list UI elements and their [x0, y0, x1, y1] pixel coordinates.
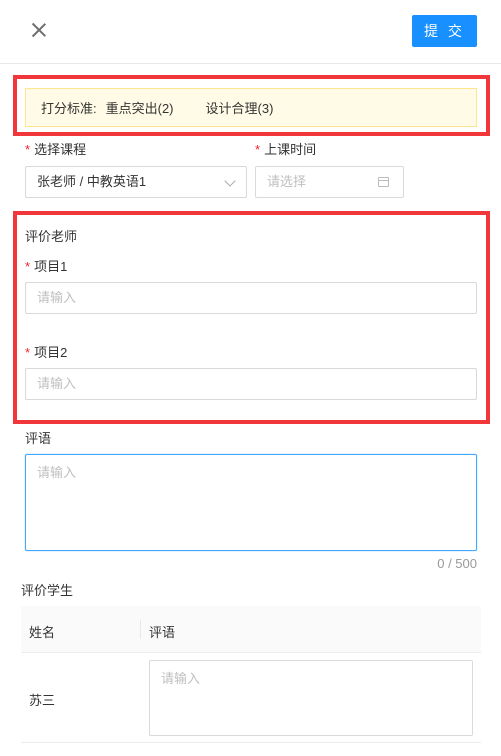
- item1-placeholder: 请输入: [37, 290, 77, 305]
- required-mark: *: [255, 142, 261, 157]
- comment-textarea[interactable]: 请输入: [25, 454, 477, 551]
- column-header-comment: 评语: [149, 625, 176, 640]
- course-label: * 选择课程: [25, 139, 86, 158]
- item1-label: * 项目1: [25, 256, 67, 275]
- date-picker[interactable]: 请选择: [255, 166, 404, 198]
- table-row: 苏三 请输入: [21, 653, 481, 743]
- submit-button[interactable]: 提 交: [412, 15, 477, 47]
- table-header: 姓名 评语: [21, 606, 481, 653]
- item2-label-text: 项目2: [34, 345, 68, 360]
- criteria-item: 设计合理(3): [205, 101, 274, 116]
- required-mark: *: [25, 142, 31, 157]
- criteria-item: 重点突出(2): [105, 101, 174, 116]
- student-comment-placeholder: 请输入: [161, 671, 201, 686]
- course-label-text: 选择课程: [34, 142, 87, 157]
- calendar-icon: [378, 177, 389, 187]
- scoring-criteria-banner: 打分标准: 重点突出(2) 设计合理(3): [25, 88, 477, 127]
- student-eval-title: 评价学生: [21, 583, 74, 598]
- item2-input[interactable]: 请输入: [25, 368, 477, 400]
- item1-label-text: 项目1: [34, 259, 68, 274]
- item2-label: * 项目2: [25, 342, 67, 361]
- item1-input[interactable]: 请输入: [25, 282, 477, 314]
- student-name: 苏三: [29, 693, 56, 708]
- course-select-value: 张老师 / 中教英语1: [37, 174, 147, 189]
- column-divider: [140, 620, 141, 639]
- date-placeholder: 请选择: [267, 174, 307, 189]
- column-header-name: 姓名: [29, 625, 56, 640]
- required-mark: *: [25, 259, 31, 274]
- comment-placeholder: 请输入: [37, 465, 77, 480]
- chevron-down-icon: [224, 175, 236, 187]
- header-divider: [0, 63, 501, 64]
- comment-label: 评语: [25, 431, 52, 446]
- close-icon[interactable]: [28, 19, 50, 41]
- required-mark: *: [25, 345, 31, 360]
- time-label: * 上课时间: [255, 139, 316, 158]
- char-counter: 0 / 500: [437, 556, 477, 571]
- item2-placeholder: 请输入: [37, 376, 77, 391]
- criteria-prefix: 打分标准:: [41, 101, 97, 116]
- teacher-eval-title: 评价老师: [25, 229, 78, 244]
- student-comment-textarea[interactable]: 请输入: [149, 660, 473, 736]
- course-select[interactable]: 张老师 / 中教英语1: [25, 166, 247, 198]
- time-label-text: 上课时间: [264, 142, 317, 157]
